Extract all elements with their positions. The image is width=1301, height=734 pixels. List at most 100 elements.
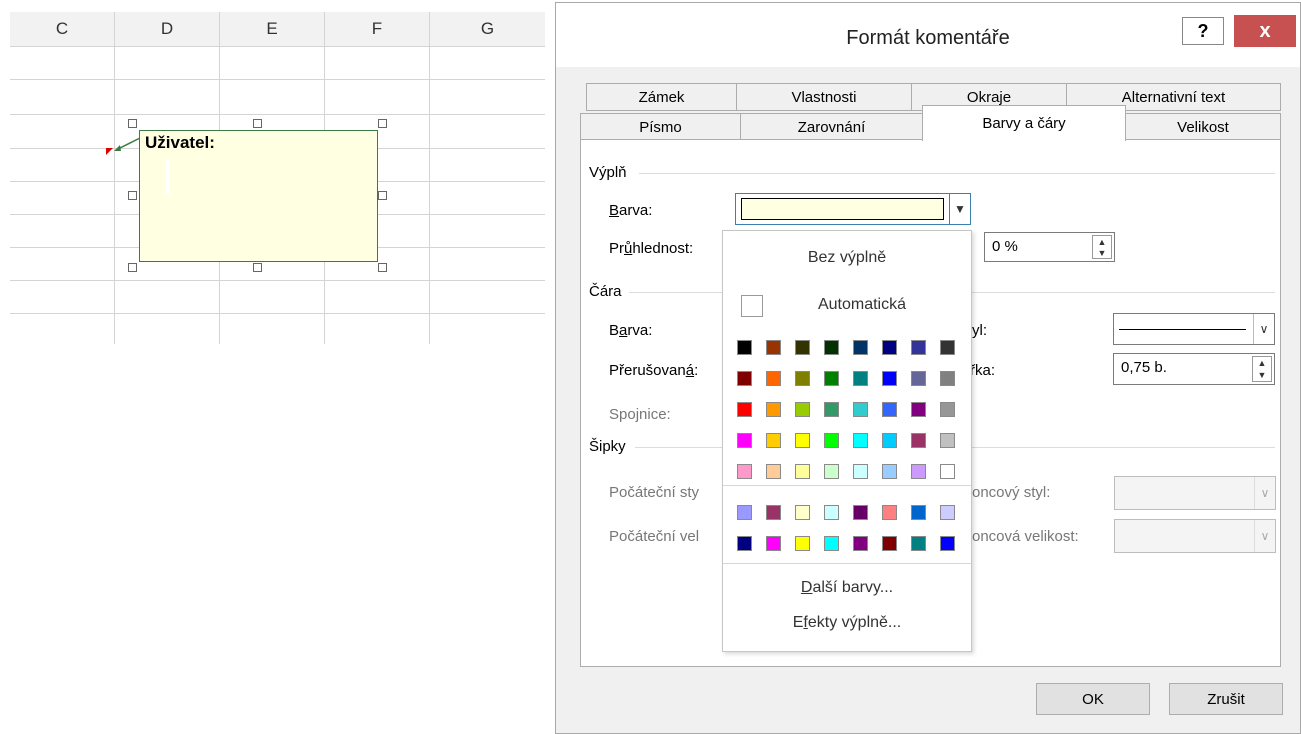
color-swatch[interactable]: [853, 340, 868, 355]
color-swatch[interactable]: [940, 402, 955, 417]
color-swatch[interactable]: [882, 371, 897, 386]
color-swatch[interactable]: [766, 402, 781, 417]
arrow-end-size-combo[interactable]: ∨: [1114, 519, 1276, 553]
color-swatch[interactable]: [853, 536, 868, 551]
color-swatch[interactable]: [766, 371, 781, 386]
line-width-label: řka:: [970, 362, 996, 379]
color-swatch[interactable]: [795, 433, 810, 448]
color-swatch[interactable]: [940, 371, 955, 386]
color-swatch[interactable]: [824, 402, 839, 417]
color-swatch[interactable]: [882, 536, 897, 551]
column-header-d[interactable]: D: [115, 12, 219, 47]
color-swatch[interactable]: [795, 371, 810, 386]
tab-zamek[interactable]: Zámek: [586, 83, 737, 111]
color-swatch[interactable]: [737, 402, 752, 417]
color-swatch[interactable]: [911, 464, 926, 479]
dialog-titlebar[interactable]: Formát komentáře ? x: [556, 3, 1300, 67]
tab-barvy-a-cary[interactable]: Barvy a čáry: [922, 105, 1126, 141]
resize-handle-sw[interactable]: [128, 263, 137, 272]
no-fill-option[interactable]: Bez výplně: [723, 249, 971, 267]
color-swatch[interactable]: [911, 505, 926, 520]
fill-effects-option[interactable]: Efekty výplně...: [723, 614, 971, 632]
resize-handle-w[interactable]: [128, 191, 137, 200]
color-swatch[interactable]: [940, 536, 955, 551]
more-colors-option[interactable]: Další barvy...: [723, 579, 971, 597]
color-swatch[interactable]: [882, 340, 897, 355]
color-swatch[interactable]: [911, 402, 926, 417]
color-swatch[interactable]: [766, 433, 781, 448]
spinner-arrows-icon[interactable]: ▲ ▼: [1252, 356, 1272, 382]
color-swatch[interactable]: [737, 371, 752, 386]
color-swatch[interactable]: [737, 433, 752, 448]
spinner-arrows-icon[interactable]: ▲ ▼: [1092, 235, 1112, 259]
color-swatch[interactable]: [766, 505, 781, 520]
color-swatch[interactable]: [853, 505, 868, 520]
color-swatch[interactable]: [795, 402, 810, 417]
column-header-g[interactable]: G: [430, 12, 545, 47]
comment-connector-arrow-icon: [114, 137, 141, 151]
color-swatch[interactable]: [824, 340, 839, 355]
color-swatch[interactable]: [940, 464, 955, 479]
resize-handle-se[interactable]: [378, 263, 387, 272]
color-swatch[interactable]: [824, 433, 839, 448]
color-swatch[interactable]: [882, 433, 897, 448]
color-swatch[interactable]: [940, 433, 955, 448]
color-swatch[interactable]: [766, 464, 781, 479]
color-swatch[interactable]: [824, 536, 839, 551]
column-header-f[interactable]: F: [325, 12, 429, 47]
color-swatch[interactable]: [795, 340, 810, 355]
column-header-c[interactable]: C: [10, 12, 114, 47]
color-swatch[interactable]: [853, 464, 868, 479]
help-button[interactable]: ?: [1182, 17, 1224, 45]
arrow-end-style-combo[interactable]: ∨: [1114, 476, 1276, 510]
automatic-color-option[interactable]: Automatická: [723, 296, 971, 314]
color-swatch[interactable]: [824, 464, 839, 479]
color-swatch[interactable]: [795, 464, 810, 479]
color-swatch[interactable]: [766, 340, 781, 355]
column-header-e[interactable]: E: [220, 12, 324, 47]
resize-handle-nw[interactable]: [128, 119, 137, 128]
fill-transparency-spinner[interactable]: 0 % ▲ ▼: [984, 232, 1115, 262]
resize-handle-s[interactable]: [253, 263, 262, 272]
color-swatch[interactable]: [853, 371, 868, 386]
color-swatch[interactable]: [824, 505, 839, 520]
color-swatch[interactable]: [795, 505, 810, 520]
resize-handle-n[interactable]: [253, 119, 262, 128]
color-swatch[interactable]: [824, 371, 839, 386]
color-swatch[interactable]: [882, 402, 897, 417]
color-swatch[interactable]: [911, 371, 926, 386]
line-width-spinner[interactable]: 0,75 b. ▲ ▼: [1113, 353, 1275, 385]
chevron-down-icon[interactable]: ∨: [1253, 314, 1274, 344]
color-swatch[interactable]: [940, 340, 955, 355]
color-swatch[interactable]: [940, 505, 955, 520]
color-swatch[interactable]: [795, 536, 810, 551]
color-swatch[interactable]: [737, 505, 752, 520]
color-swatch[interactable]: [766, 536, 781, 551]
color-swatch[interactable]: [737, 340, 752, 355]
close-button[interactable]: x: [1234, 15, 1296, 47]
tab-zarovnani[interactable]: Zarovnání: [740, 113, 923, 141]
fill-color-combo[interactable]: ▼: [735, 193, 971, 225]
color-swatch[interactable]: [853, 402, 868, 417]
tab-velikost[interactable]: Velikost: [1125, 113, 1281, 141]
comment-box[interactable]: Uživatel:: [139, 130, 378, 262]
line-style-combo[interactable]: ∨: [1113, 313, 1275, 345]
color-swatch[interactable]: [911, 536, 926, 551]
line-width-value: 0,75 b.: [1121, 359, 1167, 376]
cancel-button[interactable]: Zrušit: [1169, 683, 1283, 715]
tab-vlastnosti[interactable]: Vlastnosti: [736, 83, 912, 111]
color-swatch[interactable]: [737, 464, 752, 479]
color-swatch[interactable]: [882, 505, 897, 520]
color-swatch[interactable]: [882, 464, 897, 479]
color-swatch[interactable]: [911, 433, 926, 448]
resize-handle-e[interactable]: [378, 191, 387, 200]
color-swatch[interactable]: [911, 340, 926, 355]
grid-line: [10, 313, 545, 314]
arrows-section-heading: Šipky: [589, 438, 626, 455]
chevron-down-icon[interactable]: ▼: [949, 194, 970, 224]
color-swatch[interactable]: [853, 433, 868, 448]
tab-pismo[interactable]: Písmo: [580, 113, 741, 141]
ok-button[interactable]: OK: [1036, 683, 1150, 715]
resize-handle-ne[interactable]: [378, 119, 387, 128]
color-swatch[interactable]: [737, 536, 752, 551]
